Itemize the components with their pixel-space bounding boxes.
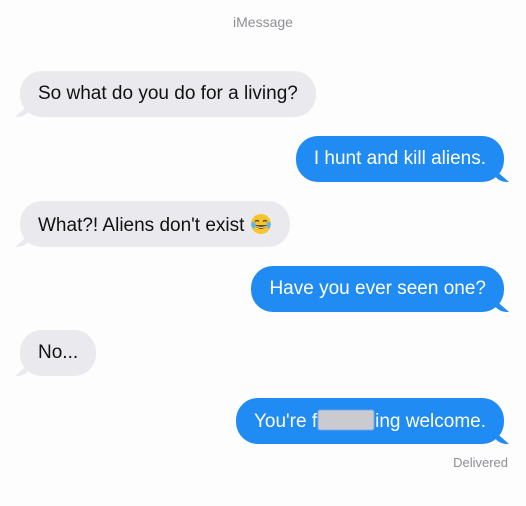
- message-text: So what do you do for a living?: [38, 83, 298, 104]
- laughing-crying-emoji-icon: [251, 214, 272, 234]
- message-bubble-incoming[interactable]: What?! Aliens don't exist: [20, 201, 291, 247]
- message-bubble-incoming[interactable]: So what do you do for a living?: [20, 71, 316, 117]
- message-text-end: ing welcome.: [375, 411, 486, 432]
- conversation-screen: iMessage So what do you do for a living?…: [0, 0, 526, 506]
- delivered-status: Delivered: [453, 455, 508, 470]
- message-bubble-outgoing[interactable]: Have you ever seen one?: [251, 266, 504, 312]
- message-bubble-incoming[interactable]: No...: [20, 330, 97, 376]
- message-bubble-outgoing[interactable]: I hunt and kill aliens.: [295, 136, 504, 182]
- service-label: iMessage: [233, 14, 293, 30]
- message-text: No...: [38, 342, 79, 363]
- message-text-start: You're f: [253, 411, 318, 432]
- message-text: I hunt and kill aliens.: [313, 148, 486, 169]
- message-text: What?! Aliens don't exist: [38, 215, 245, 236]
- censor-blur: [318, 410, 375, 430]
- message-text: Have you ever seen one?: [269, 278, 486, 299]
- message-bubble-outgoing[interactable]: You're f ing welcome.: [235, 398, 504, 444]
